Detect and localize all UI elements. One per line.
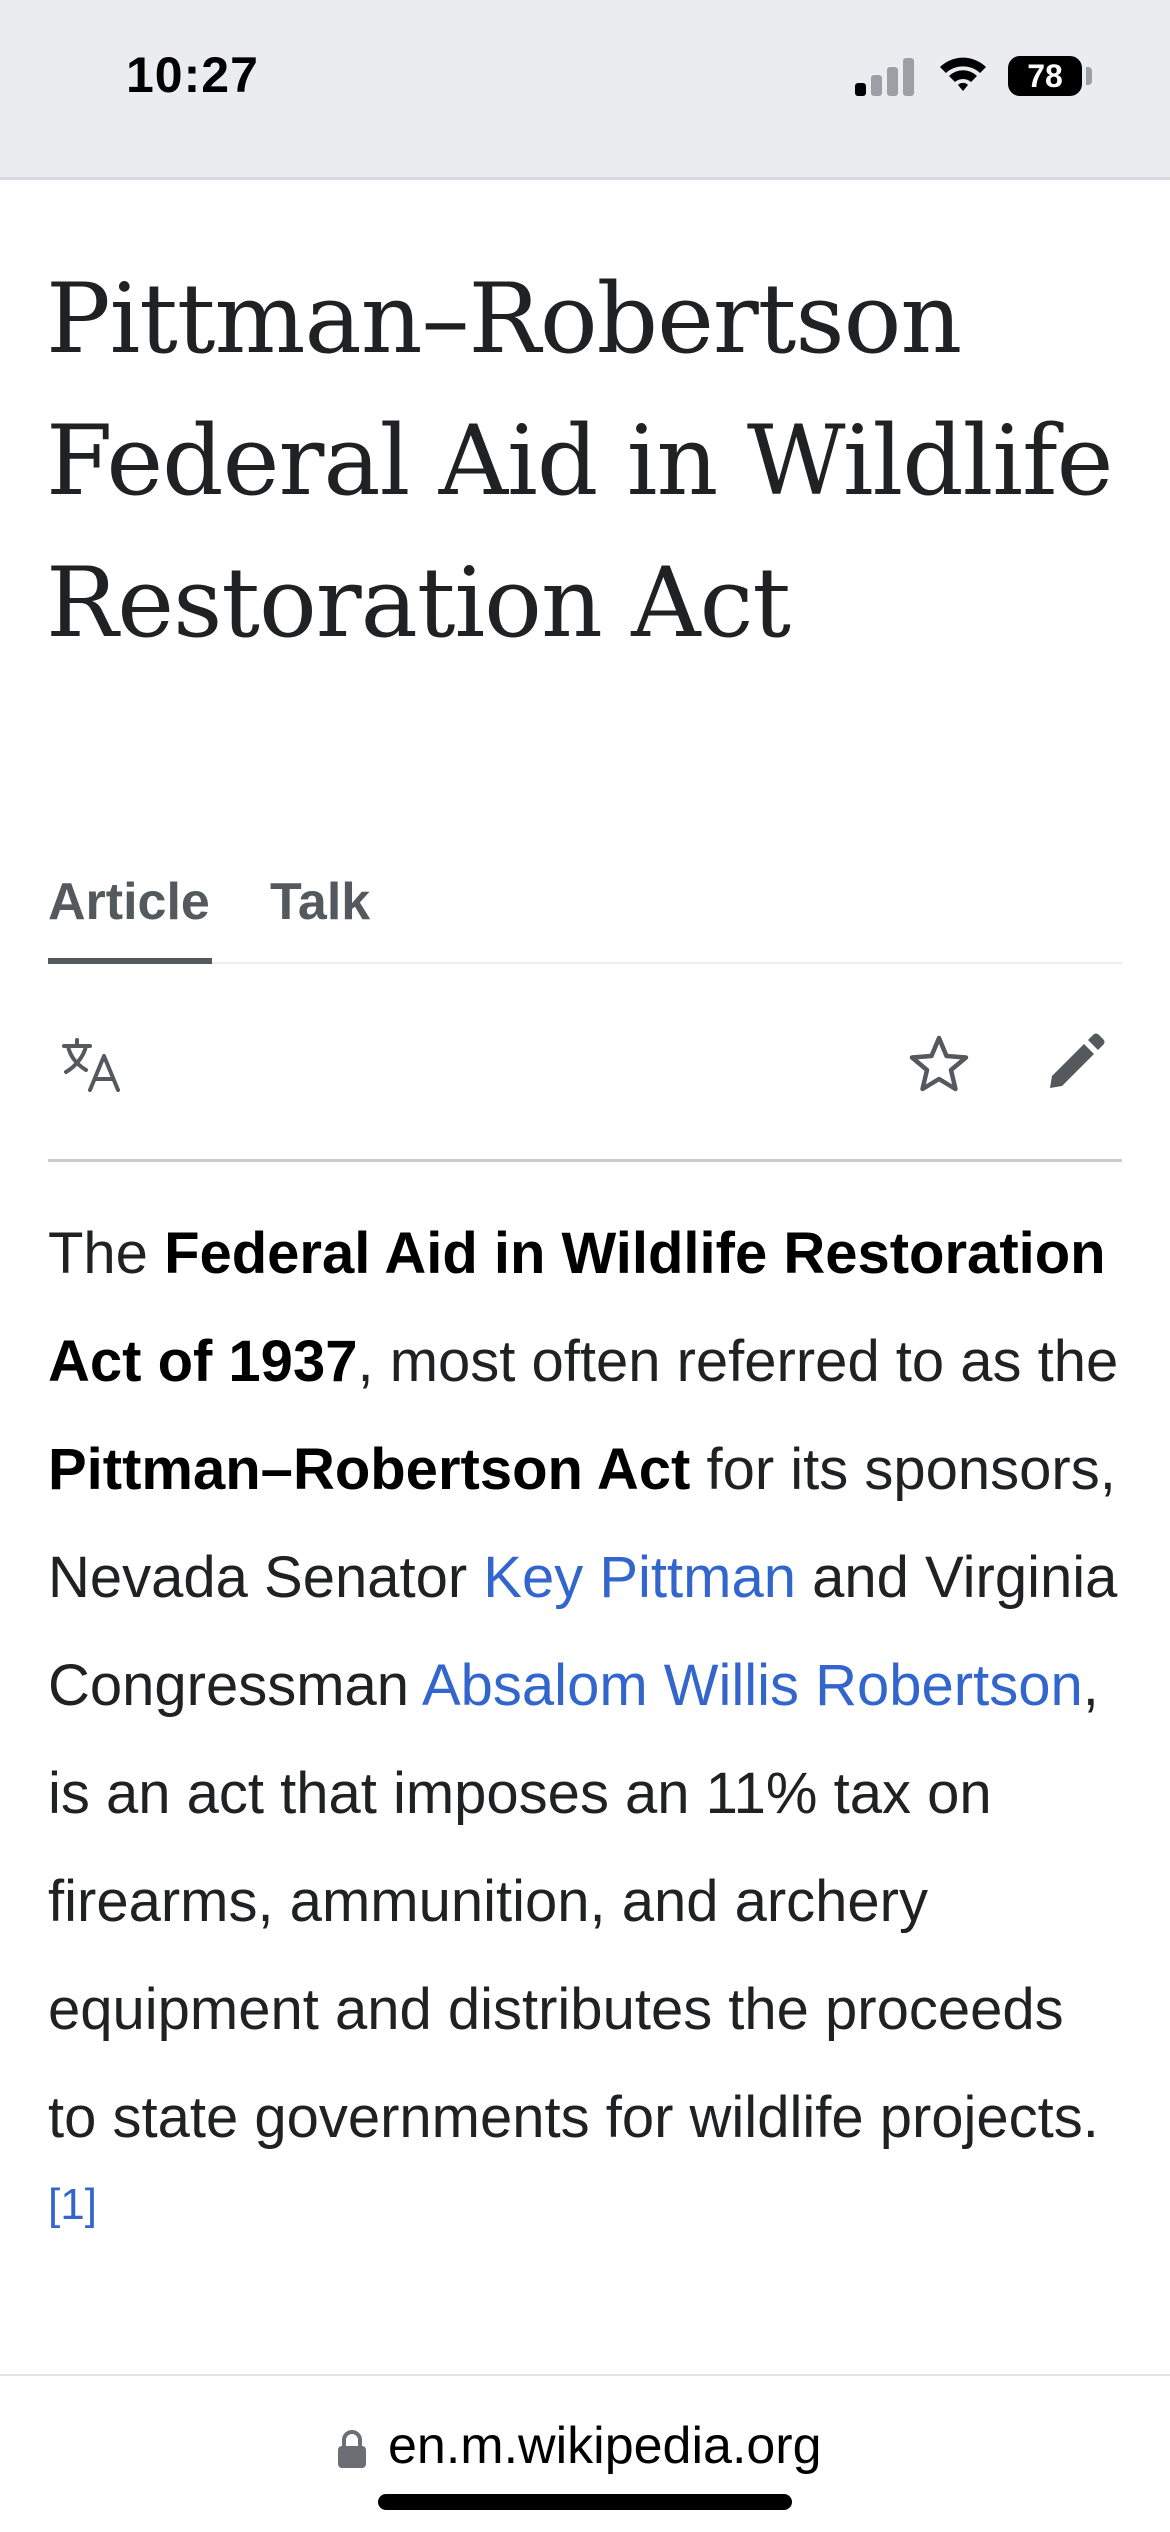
link-key-pittman[interactable]: Key Pittman [483,1545,796,1610]
wifi-icon [940,57,986,91]
link-absalom-willis-robertson[interactable]: Absalom Willis Robertson [422,1653,1083,1718]
cellular-signal-icon [855,56,917,96]
pencil-icon[interactable] [1044,1032,1106,1094]
tab-talk[interactable]: Talk [270,860,370,964]
page-actions-toolbar [48,964,1122,1162]
lock-icon [338,2430,366,2468]
namespace-tabs: Article Talk [48,860,1122,964]
status-bar: 10:27 78 [0,0,1170,180]
star-icon[interactable] [908,1034,970,1094]
reference-link-1[interactable]: [1] [48,2180,97,2229]
lead-text: , most often referred to as the [357,1329,1119,1394]
lead-text: , is an act that imposes an 11% tax on f… [48,1653,1099,2150]
status-time: 10:27 [126,47,259,103]
page-title: Pittman–Robertson Federal Aid in Wildlif… [46,263,1113,659]
url-text[interactable]: en.m.wikipedia.org [388,2416,822,2476]
lead-paragraph: The Federal Aid in Wildlife Restoration … [48,1200,1126,2280]
battery-tip [1086,67,1092,85]
lead-bold-short-name: Pittman–Robertson Act [48,1437,691,1502]
tab-article[interactable]: Article [48,860,212,964]
home-indicator[interactable] [378,2494,792,2510]
lead-text: The [48,1221,165,1286]
battery-indicator: 78 [1008,56,1082,96]
translate-icon[interactable] [60,1036,122,1094]
battery-level: 78 [1027,57,1063,94]
